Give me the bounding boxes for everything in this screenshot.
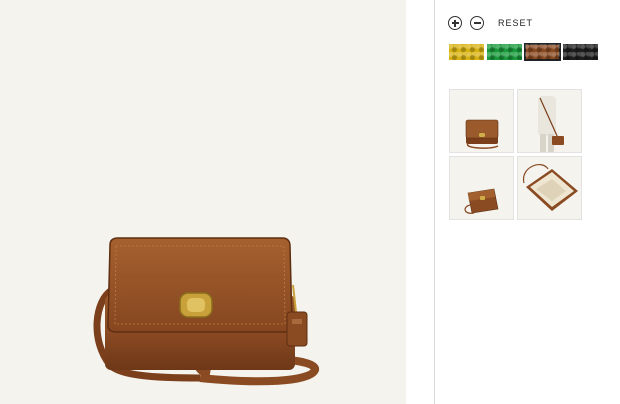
color-swatches [449, 43, 598, 61]
main-product-image [0, 0, 406, 404]
zoom-controls: RESET [448, 14, 533, 32]
minus-circle-icon [473, 22, 481, 24]
thumbnail-front-view[interactable] [449, 89, 514, 153]
zoom-out-button[interactable] [470, 16, 484, 30]
bag-front-view-thumbnail [465, 119, 499, 149]
thumbnail-grid [449, 89, 584, 220]
green-swatch[interactable] [487, 44, 522, 60]
bag-angle-view-thumbnail [464, 188, 499, 214]
black-swatch[interactable] [563, 44, 598, 60]
panel-divider [434, 0, 435, 404]
plus-icon-vertical [454, 19, 456, 27]
thumbnail-angle-view[interactable] [449, 156, 514, 220]
bag-interior-view-thumbnail [523, 164, 578, 211]
thumbnail-worn-view[interactable] [517, 89, 582, 153]
reset-button[interactable]: RESET [498, 18, 533, 28]
bag-worn-model-thumbnail [538, 96, 564, 152]
leather-bag-image [93, 237, 319, 386]
thumbnail-interior-view[interactable] [517, 156, 582, 220]
zoom-in-button[interactable] [448, 16, 462, 30]
brown-swatch[interactable] [524, 43, 561, 61]
yellow-swatch[interactable] [449, 44, 484, 60]
